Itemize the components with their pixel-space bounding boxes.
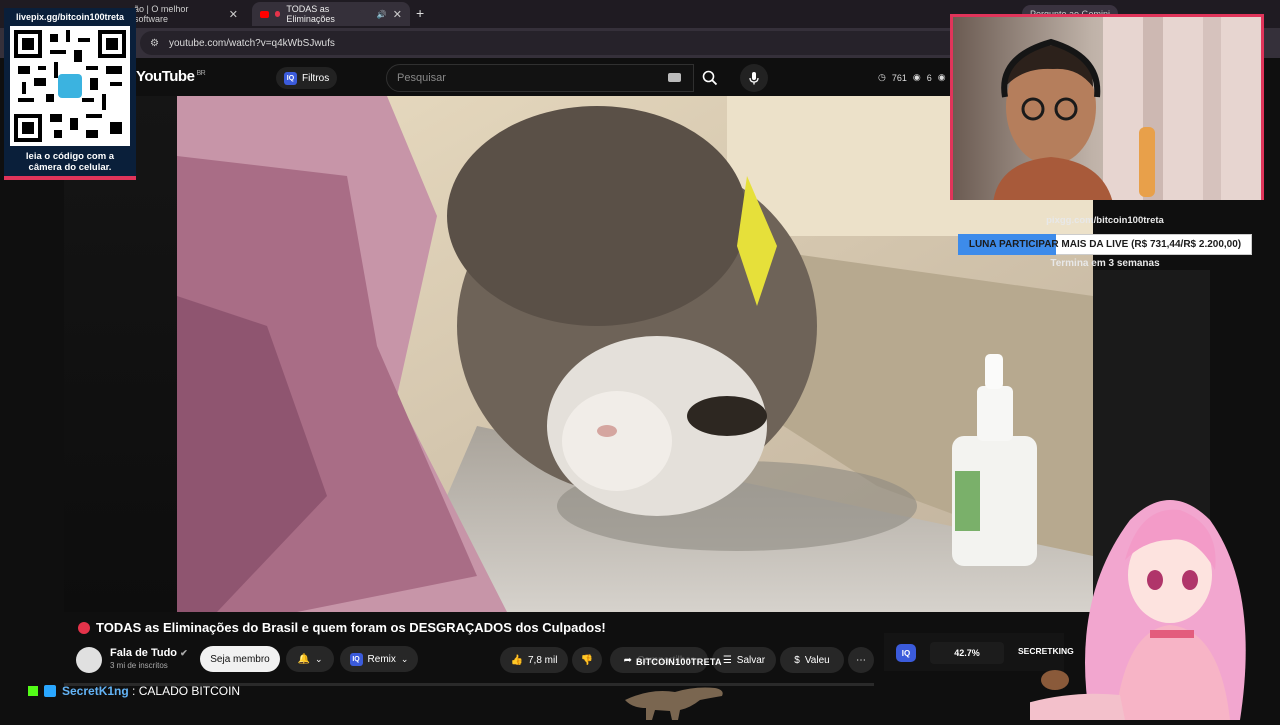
anime-girl-image: [1020, 500, 1246, 720]
notifications-button[interactable]: 🔔 ⌄: [286, 646, 334, 672]
thanks-icon: $: [794, 654, 800, 666]
badge-icon: [44, 685, 56, 697]
site-settings-icon[interactable]: ⚙: [150, 38, 159, 49]
clock-icon: ◷: [878, 72, 886, 82]
more-actions-button[interactable]: ⋯: [848, 647, 874, 673]
qr-caption-line: leia o código com a: [25, 151, 115, 162]
close-tab-icon[interactable]: ✕: [229, 8, 238, 21]
eye-icon: ◉: [912, 72, 921, 82]
chevron-down-icon: ⌄: [314, 653, 323, 664]
bell-icon: 🔔: [297, 653, 310, 665]
dinosaur-sticker: [620, 678, 730, 720]
thanks-button[interactable]: $ Valeu: [780, 647, 844, 673]
tab-title: ão | O melhor software: [134, 4, 189, 24]
keyboard-icon[interactable]: [668, 73, 681, 82]
donation-goal-deadline: Termina em 3 semanas: [1050, 258, 1160, 269]
search-button[interactable]: [694, 64, 726, 92]
live-indicator-icon: [78, 621, 90, 634]
thumbs-down-icon: 👎: [580, 654, 594, 666]
youtube-favicon-icon: [260, 10, 269, 18]
close-tab-icon[interactable]: ✕: [393, 8, 402, 21]
streamer-camera-image: [993, 17, 1261, 200]
more-icon: ⋯: [856, 654, 866, 666]
chevron-down-icon: ⌄: [400, 653, 409, 664]
join-button[interactable]: Seja membro: [200, 646, 280, 672]
browser-tab-active[interactable]: TODAS as Eliminações 🔊 ✕: [252, 2, 410, 26]
stream-stats: ◷761 ◉6 ◉3: [878, 72, 957, 83]
voice-search-button[interactable]: [740, 64, 768, 92]
filters-label: Filtros: [302, 72, 330, 84]
qr-caption: leia o código com a câmera do celular.: [4, 151, 136, 173]
filters-button[interactable]: IQ Filtros: [276, 67, 338, 89]
thumbs-up-icon: 👍: [510, 654, 523, 666]
channel-name-text: Fala de Tudo: [110, 647, 178, 659]
video-title: TODAS as Eliminações do Brasil e quem fo…: [96, 620, 606, 635]
browser-tab[interactable]: ão | O melhor software ✕: [126, 2, 246, 26]
search-input[interactable]: Pesquisar: [386, 64, 694, 92]
webcam-feed: [950, 14, 1264, 200]
donation-goal-text: LUNA PARTICIPAR MAIS DA LIVE (R$ 731,44/…: [968, 239, 1242, 250]
video-title-row: TODAS as Eliminações do Brasil e quem fo…: [78, 620, 606, 635]
channel-name[interactable]: Fala de Tudo ✔: [110, 647, 188, 659]
channel-avatar[interactable]: [76, 647, 102, 673]
chat-username: SecretK1ng: [62, 684, 129, 698]
new-tab-button[interactable]: +: [416, 5, 424, 21]
region-code: BR: [196, 70, 206, 77]
url-text: youtube.com/watch?v=q4kWbSJwufs: [168, 37, 335, 49]
qr-pattern: [14, 30, 126, 142]
remix-button[interactable]: IQ Remix ⌄: [340, 646, 418, 672]
iq-percentage: 42.7%: [930, 642, 1004, 664]
chat-message: SecretK1ng : CALADO BITCOIN: [28, 684, 240, 698]
streamer-watermark: BITCOIN100TRETA: [636, 657, 722, 667]
thanks-label: Valeu: [804, 654, 830, 666]
speaker-icon[interactable]: 🔊: [377, 10, 387, 19]
iq-icon: IQ: [349, 652, 363, 666]
iq-icon[interactable]: IQ: [896, 644, 916, 662]
vtuber-avatar: [1020, 480, 1260, 720]
dislike-button[interactable]: 👎: [572, 647, 602, 673]
qr-url: livepix.gg/bitcoin100treta: [15, 12, 125, 22]
save-icon: ☰: [722, 654, 732, 666]
subscriber-count: 3 mi de inscritos: [110, 661, 168, 670]
verified-icon: ✔: [180, 648, 188, 658]
remix-label: Remix: [367, 653, 396, 665]
channel-info: Fala de Tudo ✔ 3 mi de inscritos: [110, 647, 188, 670]
share-icon: ➦: [623, 654, 633, 666]
chat-text: CALADO BITCOIN: [138, 684, 241, 698]
save-label: Salvar: [736, 654, 766, 666]
qr-caption-line: câmera do celular.: [28, 162, 112, 173]
microphone-icon: [749, 72, 759, 85]
iq-icon: IQ: [284, 71, 297, 85]
tab-title: TODAS as Eliminações: [286, 4, 335, 24]
chat-separator: :: [128, 684, 139, 698]
kick-icon: [28, 686, 38, 696]
pix-url: pixgg.com/bitcoin100treta: [1046, 215, 1164, 226]
youtube-logo[interactable]: YouTube BR: [136, 68, 206, 85]
stat-value: 6: [926, 72, 932, 83]
eye-icon: ◉: [937, 72, 946, 82]
search-icon: [702, 70, 718, 86]
like-button[interactable]: 👍 7,8 mil: [500, 647, 568, 673]
logo-text: YouTube: [136, 68, 195, 85]
stat-value: 761: [891, 72, 907, 83]
live-dot-icon: [275, 11, 281, 17]
qr-code-image: [10, 26, 130, 146]
like-count: 7,8 mil: [528, 654, 558, 666]
